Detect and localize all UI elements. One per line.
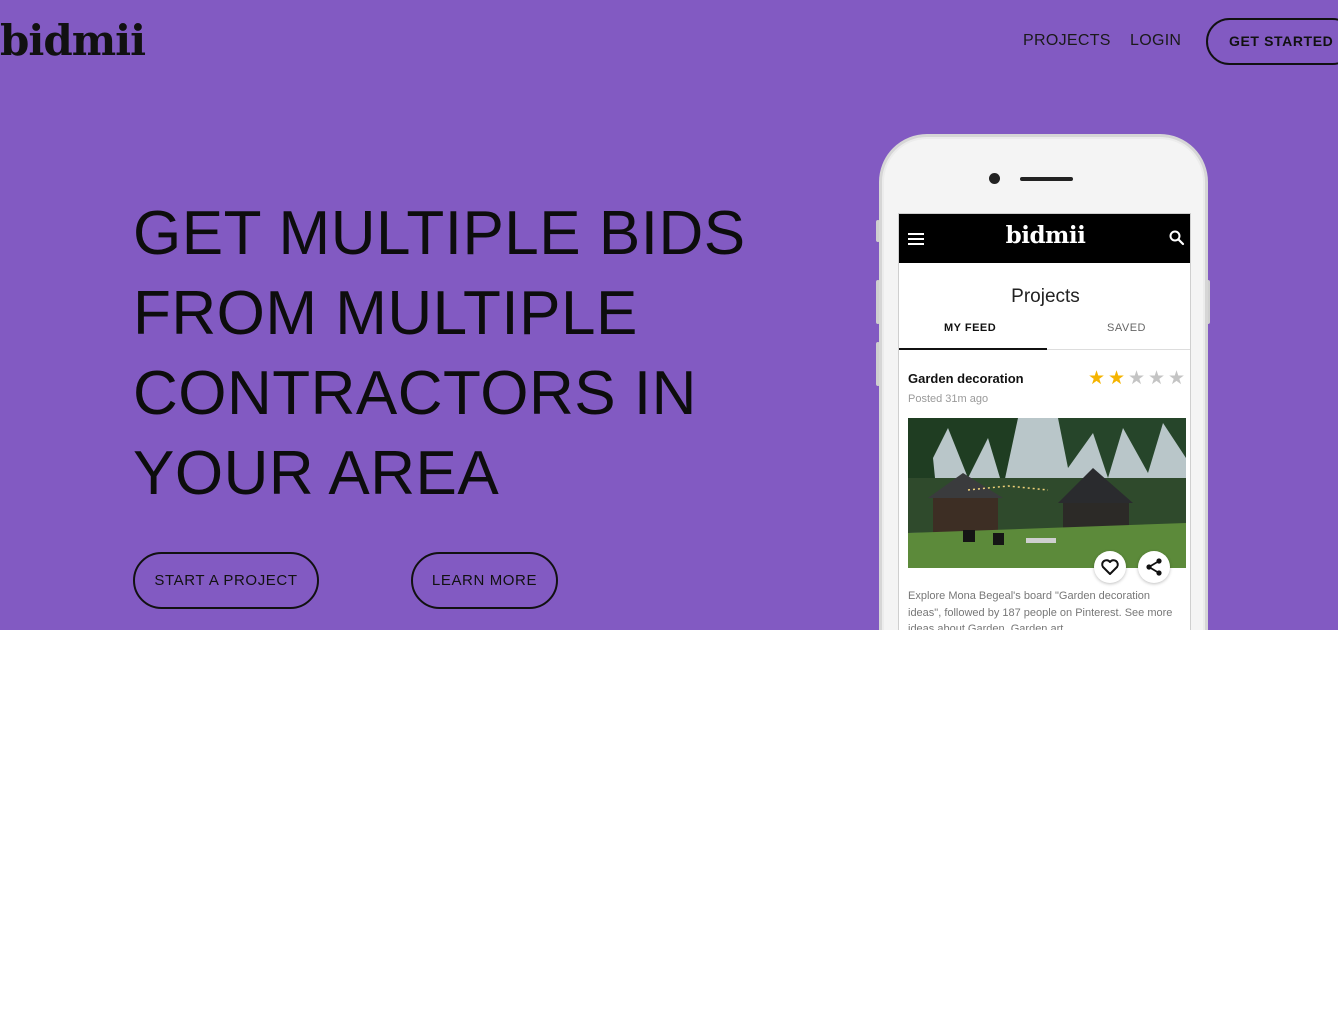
headline-line: FROM MULTIPLE xyxy=(133,279,638,348)
active-tab-indicator xyxy=(899,348,1047,350)
heart-icon xyxy=(1101,559,1119,575)
star-icon: ★ xyxy=(1148,368,1166,389)
get-started-button[interactable]: GET STARTED xyxy=(1206,18,1338,65)
garden-photo[interactable] xyxy=(908,418,1186,568)
card-description: Explore Mona Begeal's board "Garden deco… xyxy=(908,590,1173,630)
start-project-button[interactable]: START A PROJECT xyxy=(133,552,319,609)
star-icon: ★ xyxy=(1088,368,1106,389)
hero-section: bidmii PROJECTS LOGIN GET STARTED GET MU… xyxy=(0,0,1338,630)
phone-speaker xyxy=(1020,177,1073,181)
share-button[interactable] xyxy=(1138,551,1170,583)
tab-my-feed[interactable]: MY FEED xyxy=(944,322,996,334)
learn-more-button[interactable]: LEARN MORE xyxy=(411,552,558,609)
phone-screen: bidmii Projects MY FEED SAVED Garden dec… xyxy=(898,213,1191,630)
star-icon: ★ xyxy=(1168,368,1186,389)
site-logo[interactable]: bidmii xyxy=(0,16,146,65)
app-logo: bidmii xyxy=(1005,222,1086,249)
headline-line: YOUR AREA xyxy=(133,439,500,508)
star-rating: ★ ★ ★ ★ ★ xyxy=(1088,369,1188,389)
phone-mockup: bidmii Projects MY FEED SAVED Garden dec… xyxy=(879,134,1208,630)
share-icon xyxy=(1146,558,1162,576)
star-icon: ★ xyxy=(1128,368,1146,389)
search-icon[interactable] xyxy=(1168,229,1186,247)
app-bar: bidmii xyxy=(899,214,1190,263)
card-posted-time: Posted 31m ago xyxy=(908,393,989,405)
tab-saved[interactable]: SAVED xyxy=(1107,322,1146,334)
headline-line: GET MULTIPLE BIDS xyxy=(133,199,746,268)
star-icon: ★ xyxy=(1108,368,1126,389)
like-button[interactable] xyxy=(1094,551,1126,583)
phone-camera xyxy=(989,173,1000,184)
nav-login-link[interactable]: LOGIN xyxy=(1130,32,1181,50)
card-title[interactable]: Garden decoration xyxy=(908,371,1024,386)
screen-title: Projects xyxy=(1011,286,1080,307)
nav-projects-link[interactable]: PROJECTS xyxy=(1023,32,1111,50)
hero-headline: GET MULTIPLE BIDS FROM MULTIPLE CONTRACT… xyxy=(133,194,813,514)
headline-line: CONTRACTORS IN xyxy=(133,359,697,428)
